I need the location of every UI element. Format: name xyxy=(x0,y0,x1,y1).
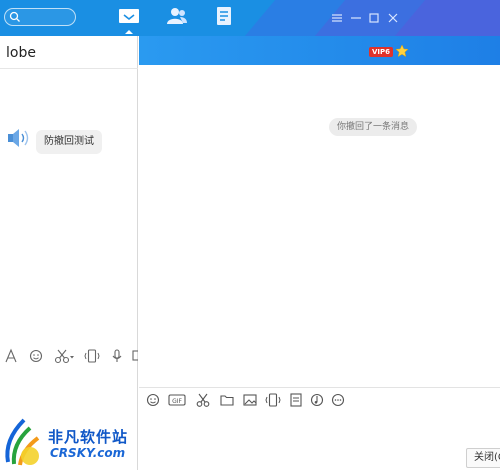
vibrate-icon[interactable] xyxy=(265,392,281,408)
search-input[interactable] xyxy=(4,8,76,26)
input-toolbar xyxy=(0,348,138,372)
maximize-icon xyxy=(369,13,379,23)
tab-contacts[interactable] xyxy=(164,5,190,29)
microphone-icon[interactable] xyxy=(110,348,124,364)
vip-badge: VIP6 xyxy=(369,47,394,57)
close-window-button[interactable] xyxy=(387,10,399,24)
watermark-logo-icon xyxy=(5,418,40,466)
contacts-icon xyxy=(167,8,187,24)
watermark-en-text: CRSKY.com xyxy=(50,446,126,460)
conversation-title: lobe xyxy=(6,45,36,61)
close-button[interactable]: 关闭(C xyxy=(466,448,500,468)
more-tools-icon[interactable] xyxy=(132,348,138,364)
chat-bubble: 防撤回测试 xyxy=(36,130,102,154)
font-icon[interactable] xyxy=(4,348,18,364)
watermark-cn-text: 非凡软件站 xyxy=(48,428,129,446)
svg-text:GIF: GIF xyxy=(172,398,182,405)
vibrate-icon[interactable] xyxy=(84,348,100,364)
menu-icon xyxy=(332,14,342,22)
minimize-button[interactable] xyxy=(350,10,362,24)
input-toolbar: GIF xyxy=(139,392,500,410)
gif-icon[interactable]: GIF xyxy=(168,392,186,408)
close-icon xyxy=(388,13,398,23)
scissors-icon[interactable] xyxy=(196,392,210,408)
menu-button[interactable] xyxy=(331,10,343,24)
more-icon[interactable] xyxy=(331,392,345,408)
left-chat-panel: lobe 防撤回测试 xyxy=(0,36,138,470)
emoji-icon[interactable] xyxy=(29,348,43,364)
right-chat-panel: VIP6 你撤回了一条消息 GIF 关闭( xyxy=(139,36,500,470)
profile-strip: VIP6 xyxy=(139,36,500,65)
title-bar xyxy=(0,0,500,36)
file-icon[interactable] xyxy=(289,392,303,408)
music-icon[interactable] xyxy=(310,392,324,408)
recall-notice: 你撤回了一条消息 xyxy=(329,118,418,136)
minimize-icon xyxy=(351,17,361,19)
star-icon xyxy=(395,44,409,58)
divider xyxy=(0,68,138,69)
folder-icon[interactable] xyxy=(220,392,234,408)
search-icon xyxy=(9,11,20,22)
chat-icon xyxy=(119,9,139,23)
image-icon[interactable] xyxy=(243,392,257,408)
tab-messages[interactable] xyxy=(116,5,142,34)
scissors-icon[interactable] xyxy=(54,348,76,364)
tab-files[interactable] xyxy=(211,5,237,29)
emoji-icon[interactable] xyxy=(146,392,160,408)
maximize-button[interactable] xyxy=(368,10,380,24)
speaker-icon[interactable] xyxy=(5,127,31,149)
document-icon xyxy=(217,7,231,25)
divider xyxy=(139,387,500,388)
watermark: 非凡软件站 CRSKY.com xyxy=(0,410,150,470)
